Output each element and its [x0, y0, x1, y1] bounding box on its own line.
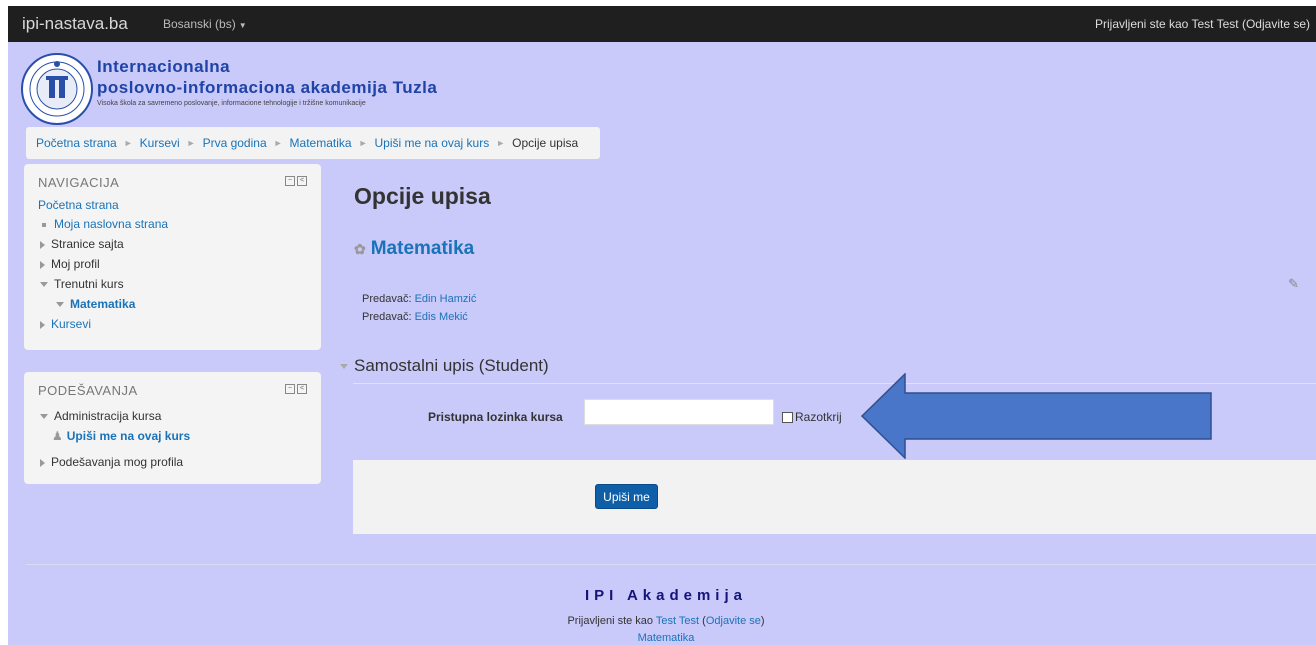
nav-item-courses[interactable]: Kursevi: [38, 314, 307, 334]
reveal-checkbox[interactable]: [782, 411, 793, 423]
logo-seal-icon[interactable]: [20, 52, 94, 126]
language-menu[interactable]: Bosanski (bs) ▼: [163, 17, 247, 31]
annotation-arrow-icon: [861, 373, 1212, 459]
breadcrumb-separator-icon: ►: [123, 138, 133, 148]
teacher-link[interactable]: Edin Hamzić: [415, 293, 477, 305]
enrol-section-title: Samostalni upis (Student): [354, 356, 549, 375]
institution-tagline: Visoka škola za savremeno poslovanje, in…: [97, 100, 366, 107]
teacher-line: Predavač: Edin Hamzić: [362, 293, 476, 305]
footer-divider: [26, 564, 1316, 565]
footer-logout-link[interactable]: Odjavite se: [706, 615, 761, 627]
settings-item-label: Administracija kursa: [54, 409, 162, 423]
footer-user-link[interactable]: Test Test: [656, 615, 699, 627]
nav-item-current-course[interactable]: Trenutni kurs: [38, 274, 307, 294]
nav-home[interactable]: Početna strana: [38, 198, 307, 212]
teacher-label: Predavač:: [362, 293, 412, 305]
nav-home-label: Početna strana: [38, 198, 119, 212]
nav-item-label: Stranice sajta: [51, 237, 124, 251]
breadcrumb-item[interactable]: Kursevi: [140, 136, 180, 150]
expand-icon: [40, 260, 45, 269]
enrol-me-button[interactable]: Upiši me: [595, 484, 658, 509]
collapse-icon: [340, 364, 348, 370]
expand-icon: [40, 240, 45, 249]
nav-item-label: Moj profil: [51, 257, 100, 271]
breadcrumb-separator-icon: ►: [186, 138, 196, 148]
block-controls: − <: [285, 176, 307, 186]
breadcrumb-separator-icon: ►: [358, 138, 368, 148]
breadcrumb-item[interactable]: Upiši me na ovaj kurs: [375, 136, 490, 150]
nav-item-site-pages[interactable]: Stranice sajta: [38, 234, 307, 254]
top-navbar: ipi-nastava.ba Bosanski (bs) ▼ Prijavljen…: [8, 6, 1316, 42]
teacher-link[interactable]: Edis Mekić: [415, 311, 468, 323]
expand-icon: [40, 320, 45, 329]
collapse-icon: [40, 414, 48, 420]
page: ipi-nastava.ba Bosanski (bs) ▼ Prijavljen…: [8, 6, 1316, 645]
settings-item-profile-settings[interactable]: Podešavanja mog profila: [38, 452, 307, 472]
password-label: Pristupna lozinka kursa: [428, 410, 563, 424]
collapse-icon: [56, 302, 64, 308]
breadcrumb-separator-icon: ►: [273, 138, 283, 148]
institution-name-line2: poslovno-informaciona akademija Tuzla: [97, 78, 438, 97]
site-brand[interactable]: ipi-nastava.ba: [22, 14, 128, 34]
nav-item-dashboard[interactable]: Moja naslovna strana: [38, 214, 307, 234]
nav-item-profile[interactable]: Moj profil: [38, 254, 307, 274]
course-icon: ✿: [354, 241, 366, 257]
user-icon: ♟: [52, 429, 63, 443]
collapse-icon: [40, 282, 48, 288]
page-title: Opcije upisa: [354, 183, 491, 209]
edit-icon[interactable]: ✎: [1288, 276, 1299, 292]
course-heading[interactable]: ✿ Matematika: [354, 238, 474, 260]
settings-list: Administracija kursa ♟ Upiši me na ovaj k…: [38, 406, 307, 472]
reveal-label: Razotkrij: [795, 410, 842, 424]
language-label: Bosanski (bs): [163, 17, 236, 31]
footer-login-prefix: Prijavljeni ste kao: [567, 615, 656, 627]
block-dock-icon[interactable]: <: [297, 176, 307, 186]
settings-item-enrol-me[interactable]: ♟ Upiši me na ovaj kurs: [38, 426, 307, 446]
logout-link[interactable]: (Odjavite se): [1242, 17, 1310, 31]
settings-block: PODEŠAVANJA − < Administracija kursa ♟ Up…: [24, 372, 321, 484]
block-dock-icon[interactable]: <: [297, 384, 307, 394]
enrol-section-header[interactable]: Samostalni upis (Student): [340, 356, 549, 376]
block-collapse-icon[interactable]: −: [285, 176, 295, 186]
bullet-icon: [42, 222, 46, 227]
nav-item-course[interactable]: Matematika: [38, 294, 307, 314]
footer-title: IPI Akademija: [585, 587, 747, 604]
teacher-line: Predavač: Edis Mekić: [362, 311, 468, 323]
teacher-label: Predavač:: [362, 311, 412, 323]
breadcrumb-separator-icon: ►: [496, 138, 506, 148]
footer-course-link[interactable]: Matematika: [638, 632, 695, 644]
footer-course: Matematika: [8, 632, 1316, 644]
block-controls: − <: [285, 384, 307, 394]
form-actions-panel: [353, 460, 1316, 534]
nav-item-label: Kursevi: [51, 317, 92, 331]
expand-icon: [40, 458, 45, 467]
login-info: Prijavljeni ste kao Test Test (Odjavite …: [1095, 17, 1310, 31]
login-prefix: Prijavljeni ste kao: [1094, 17, 1192, 31]
nav-item-label: Moja naslovna strana: [54, 217, 169, 231]
settings-item-course-admin[interactable]: Administracija kursa: [38, 406, 307, 426]
settings-item-label: Upiši me na ovaj kurs: [66, 429, 191, 443]
navigation-block: NAVIGACIJA − < Početna strana Moja naslo…: [24, 164, 321, 350]
breadcrumb-item[interactable]: Početna strana: [36, 136, 117, 150]
reveal-toggle[interactable]: Razotkrij: [782, 410, 842, 424]
settings-title: PODEŠAVANJA: [38, 383, 138, 398]
breadcrumb: Početna strana ► Kursevi ► Prva godina ►…: [26, 127, 600, 159]
nav-item-label: Trenutni kurs: [54, 277, 124, 291]
navigation-title: NAVIGACIJA: [38, 175, 120, 190]
breadcrumb-item[interactable]: Prva godina: [203, 136, 267, 150]
breadcrumb-current: Opcije upisa: [512, 136, 579, 150]
login-user[interactable]: Test Test: [1191, 17, 1238, 31]
enrol-password-input[interactable]: [584, 399, 774, 425]
footer-login-info: Prijavljeni ste kao Test Test (Odjavite …: [567, 615, 765, 627]
settings-item-label: Podešavanja mog profila: [51, 455, 184, 469]
nav-list: Moja naslovna strana Stranice sajta Moj …: [38, 214, 307, 334]
nav-item-label: Matematika: [70, 297, 136, 311]
breadcrumb-item[interactable]: Matematika: [290, 136, 352, 150]
block-collapse-icon[interactable]: −: [285, 384, 295, 394]
course-name: Matematika: [370, 238, 475, 259]
institution-name-line1: Internacionalna: [97, 57, 231, 76]
caret-down-icon: ▼: [238, 21, 247, 30]
